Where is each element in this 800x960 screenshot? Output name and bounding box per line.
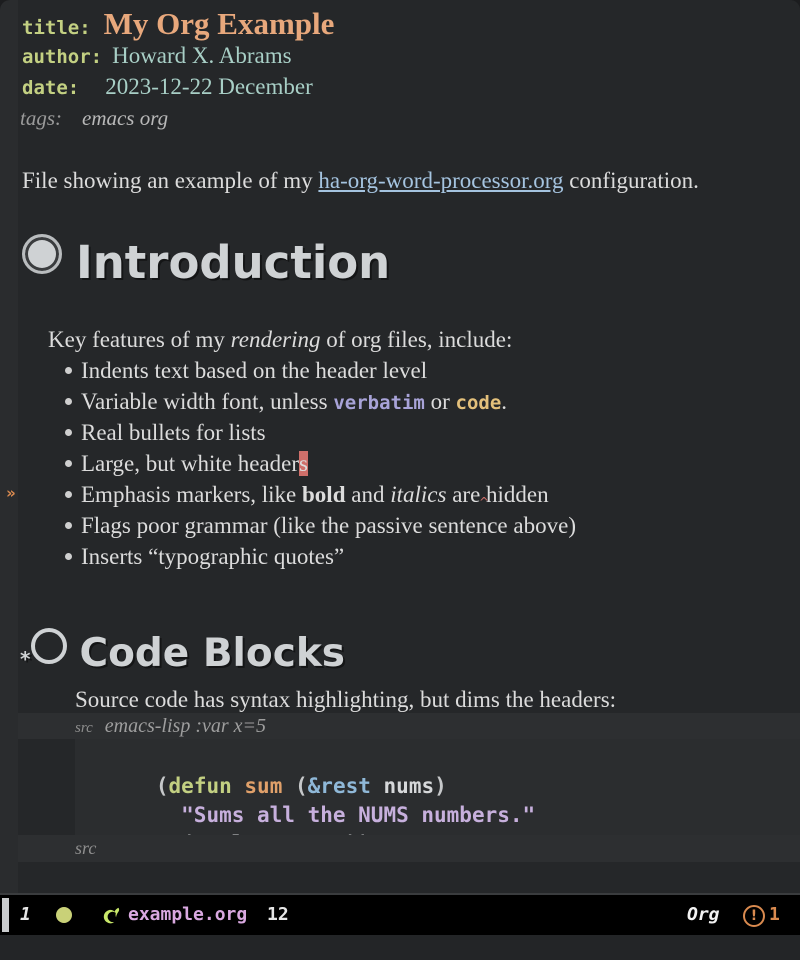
warning-count[interactable]: 1	[769, 904, 780, 925]
list-bullet-icon	[65, 491, 72, 498]
bold-token: bold	[302, 482, 346, 507]
list-bullet-icon	[65, 553, 72, 560]
fringe-overflow-marker: »	[6, 484, 16, 502]
src-begin-args: emacs-lisp :var x=5	[104, 715, 267, 737]
left-fringe: »	[0, 0, 18, 893]
intro-text-before: File showing an example of my	[22, 168, 319, 193]
code-blocks-lead: Source code has syntax highlighting, but…	[75, 687, 617, 712]
list-item: Indents text based on the header level	[65, 358, 427, 384]
keyword-key-title: title:	[22, 17, 91, 39]
window-active-indicator	[2, 898, 9, 932]
keyword-line-title: title: My Org Example	[22, 6, 334, 42]
emphasis-caret-marker: ^	[479, 495, 490, 509]
heading-code-blocks[interactable]: * Code Blocks	[20, 628, 345, 676]
list-item: Emphasis markers, like bold and italics …	[65, 482, 549, 508]
document-title: My Org Example	[103, 6, 335, 41]
document-author: Howard X. Abrams	[112, 43, 292, 68]
list-item: Large, but white headers	[65, 451, 308, 477]
list-item: Inserts “typographic quotes”	[65, 544, 344, 570]
list-item: Variable width font, unless verbatim or …	[65, 389, 507, 415]
intro-text-after: configuration.	[563, 168, 699, 193]
intro-paragraph: File showing an example of my ha-org-wor…	[22, 168, 699, 194]
gnu-icon	[103, 907, 120, 924]
buffer-name[interactable]: example.org	[128, 904, 247, 925]
list-item-text: Indents text based on the header level	[81, 358, 428, 383]
mode-line: 1 example.org 12 Org ! 1	[0, 893, 800, 937]
list-item-text: Variable width font, unless	[81, 389, 334, 414]
list-item-tail: .	[501, 389, 508, 414]
window-number[interactable]: 1	[20, 904, 31, 925]
config-file-link[interactable]: ha-org-word-processor.org	[318, 168, 563, 193]
warning-icon[interactable]: !	[743, 905, 765, 927]
heading-bullet-filled-circle-icon	[22, 234, 62, 274]
src-end-tag: src	[75, 838, 97, 858]
verbatim-token: verbatim	[333, 392, 425, 414]
lead-italic: rendering	[230, 327, 321, 352]
list-item-text: Inserts “typographic quotes”	[81, 544, 345, 569]
src-begin-tag: src	[75, 720, 93, 736]
list-bullet-icon	[65, 522, 72, 529]
text-cursor: s	[298, 451, 308, 476]
echo-area[interactable]	[0, 935, 800, 960]
list-item: Real bullets for lists	[65, 420, 266, 446]
major-mode[interactable]: Org	[687, 904, 720, 925]
list-item-mid: and	[345, 482, 391, 507]
keyword-line-tags: tags: emacs org	[20, 106, 168, 131]
list-bullet-icon	[65, 460, 72, 467]
keyword-key-tags: tags:	[20, 106, 62, 130]
list-item-text: Real bullets for lists	[81, 420, 266, 445]
list-item: Flags poor grammar (like the passive sen…	[65, 513, 576, 539]
src-block-begin-line: src emacs-lisp :var x=5	[18, 713, 800, 739]
heading-code-blocks-label: Code Blocks	[79, 631, 345, 676]
introduction-lead: Key features of my rendering of org file…	[48, 327, 512, 353]
buffer-status-circle-icon[interactable]	[56, 907, 72, 923]
code-token: code	[455, 392, 502, 414]
keyword-key-author: author:	[22, 46, 103, 68]
lead-before: Key features of my	[48, 327, 231, 352]
keyword-line-author: author: Howard X. Abrams	[22, 43, 292, 69]
keyword-key-date: date:	[22, 77, 80, 99]
heading-bullet-open-circle-icon	[31, 628, 68, 664]
document-tags: emacs org	[82, 106, 169, 130]
src-block-end-line: src	[18, 835, 800, 862]
italic-token: italics	[390, 482, 447, 507]
lead-after: of org files, include:	[320, 327, 513, 352]
column-number[interactable]: 12	[267, 904, 289, 925]
list-item-tail: are hidden	[446, 482, 549, 507]
list-item-text: Emphasis markers, like	[81, 482, 303, 507]
list-bullet-icon	[65, 429, 72, 436]
emacs-frame: » title: My Org Example author: Howard X…	[0, 0, 800, 960]
heading-introduction[interactable]: Introduction	[22, 234, 390, 289]
list-item-text: Flags poor grammar (like the passive sen…	[81, 513, 576, 538]
keyword-line-date: date: 2023-12-22 December	[22, 74, 313, 100]
heading-introduction-label: Introduction	[76, 236, 391, 289]
heading-star-marker-icon: *	[20, 647, 31, 671]
document-date: 2023-12-22 December	[105, 74, 313, 99]
list-bullet-icon	[65, 398, 72, 405]
list-bullet-icon	[65, 367, 72, 374]
list-item-mid: or	[424, 389, 456, 414]
list-item-text: Large, but white header	[81, 451, 299, 476]
